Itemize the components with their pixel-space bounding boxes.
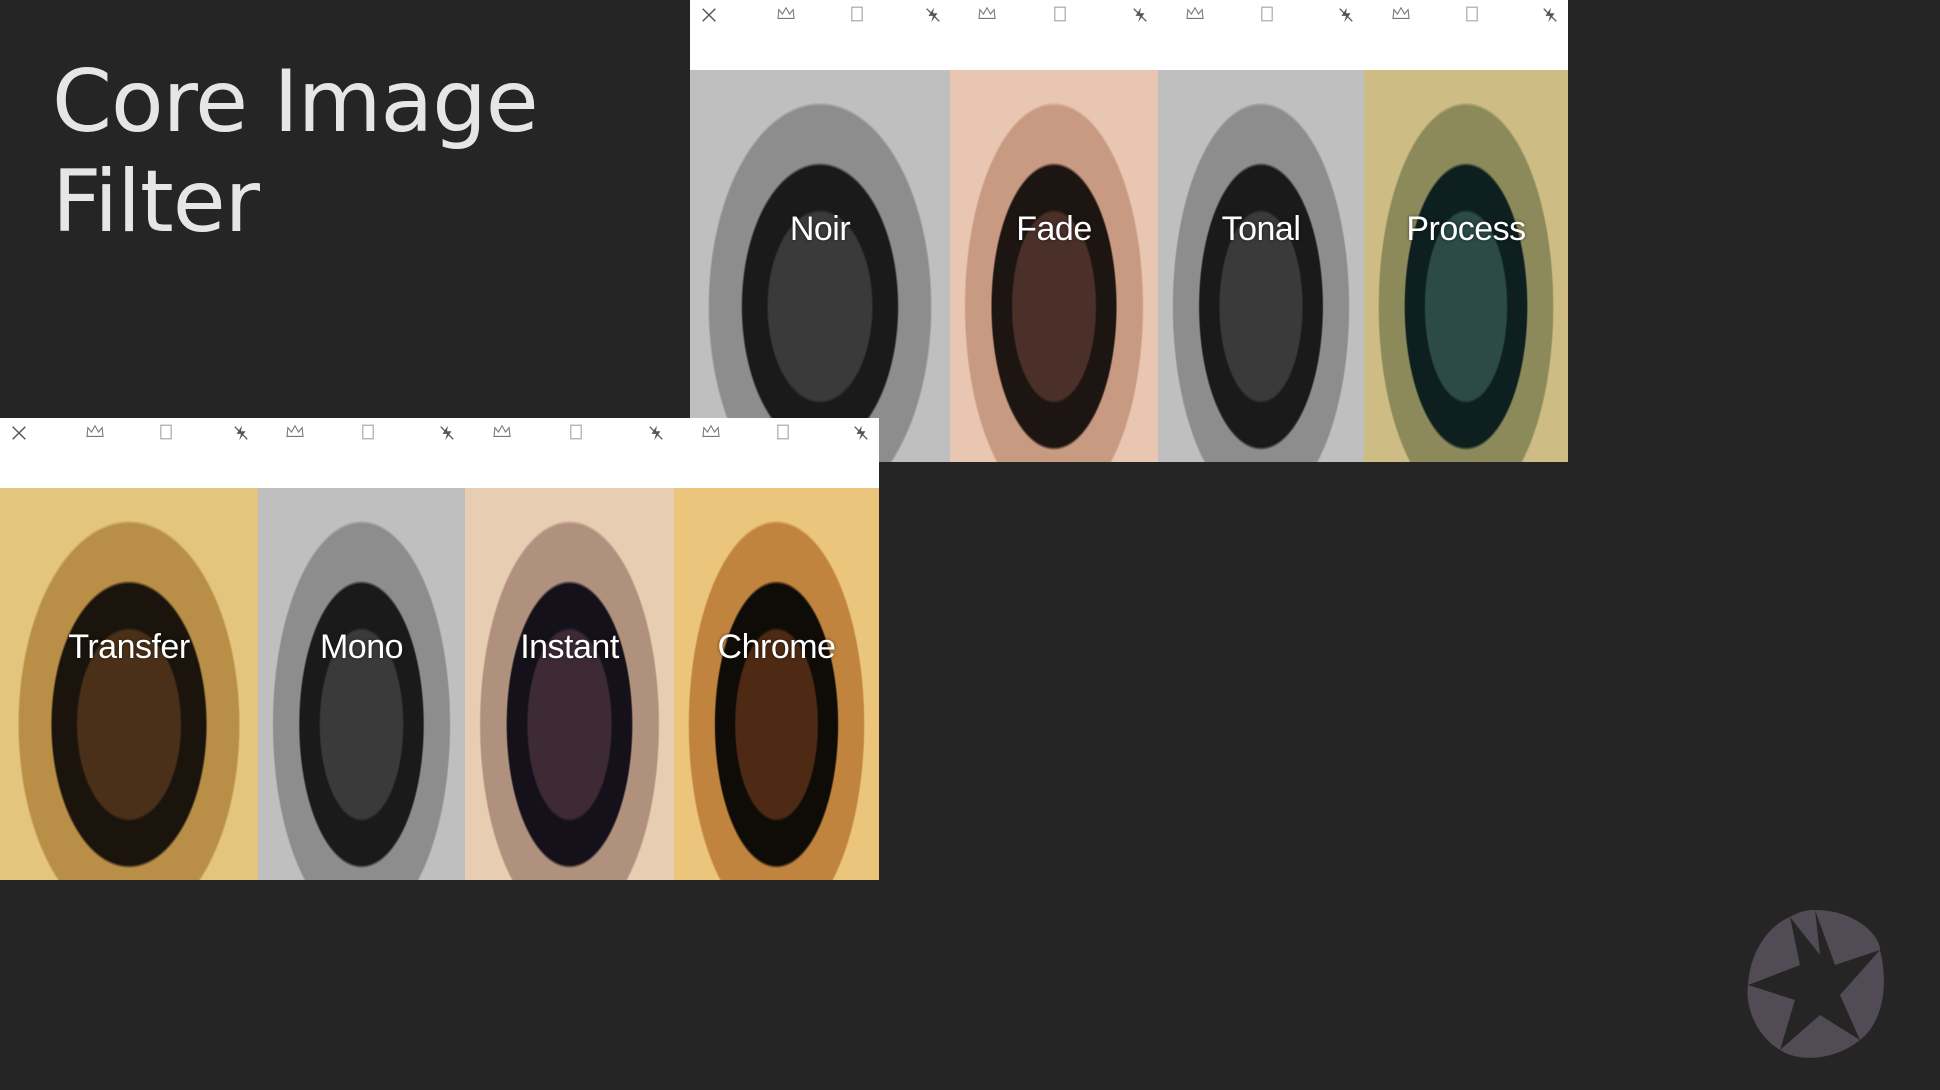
camera-top-bar [258,418,465,488]
flash-off-icon[interactable] [438,424,460,446]
aspect-ratio-icon[interactable] [851,6,873,28]
camera-top-bar [1158,0,1364,70]
camera-top-bar [0,418,258,488]
aspect-ratio-icon[interactable] [362,424,384,446]
shutter-logo-icon [1747,910,1884,1058]
flash-off-icon[interactable] [1541,6,1563,28]
filter-preview-transfer: Transfer [0,418,258,880]
page-title: Core Image Filter [52,52,539,252]
aspect-ratio-icon[interactable] [1054,6,1076,28]
filter-name-label: Fade [1016,210,1092,248]
filter-preview-fade: Fade [950,0,1158,462]
camera-top-bar [1364,0,1568,70]
filter-preview-instant: Instant [465,418,674,880]
aspect-ratio-icon[interactable] [777,424,799,446]
camera-top-bar [950,0,1158,70]
aspect-ratio-icon[interactable] [1261,6,1283,28]
camera-top-bar [690,0,950,70]
filter-name-label: Chrome [717,628,836,666]
aspect-ratio-icon[interactable] [1466,6,1488,28]
crown-icon[interactable] [1185,6,1207,28]
filter-name-label: Process [1406,210,1526,248]
close-icon[interactable] [10,424,32,446]
filter-name-label: Instant [520,628,619,666]
title-line-2: Filter [52,152,260,252]
filter-preview-noir: Noir [690,0,950,462]
crown-icon[interactable] [285,424,307,446]
crown-icon[interactable] [1391,6,1413,28]
camera-preview-photo: Process [1364,70,1568,462]
camera-preview-photo: Tonal [1158,70,1364,462]
camera-preview-photo: Noir [690,70,950,462]
filter-name-label: Transfer [68,628,190,666]
camera-preview-photo: Mono [258,488,465,880]
crown-icon[interactable] [776,6,798,28]
filter-name-label: Mono [319,628,404,666]
close-icon[interactable] [700,6,722,28]
crown-icon[interactable] [701,424,723,446]
camera-preview-photo: Fade [950,70,1158,462]
camera-preview-photo: Instant [465,488,674,880]
flash-off-icon[interactable] [924,6,946,28]
flash-off-icon[interactable] [232,424,254,446]
camera-preview-photo: Chrome [674,488,879,880]
crown-icon[interactable] [85,424,107,446]
camera-preview-photo: Transfer [0,488,258,880]
camera-top-bar [674,418,879,488]
title-line-1: Core Image [52,52,539,152]
flash-off-icon[interactable] [647,424,669,446]
aspect-ratio-icon[interactable] [570,424,592,446]
filter-preview-process: Process [1364,0,1568,462]
aspect-ratio-icon[interactable] [160,424,182,446]
filter-preview-chrome: Chrome [674,418,879,880]
filter-name-label: Noir [789,210,851,248]
filter-name-label: Tonal [1221,210,1301,248]
flash-off-icon[interactable] [852,424,874,446]
camera-top-bar [465,418,674,488]
filter-preview-tonal: Tonal [1158,0,1364,462]
crown-icon[interactable] [977,6,999,28]
flash-off-icon[interactable] [1131,6,1153,28]
flash-off-icon[interactable] [1337,6,1359,28]
crown-icon[interactable] [492,424,514,446]
filter-preview-mono: Mono [258,418,465,880]
